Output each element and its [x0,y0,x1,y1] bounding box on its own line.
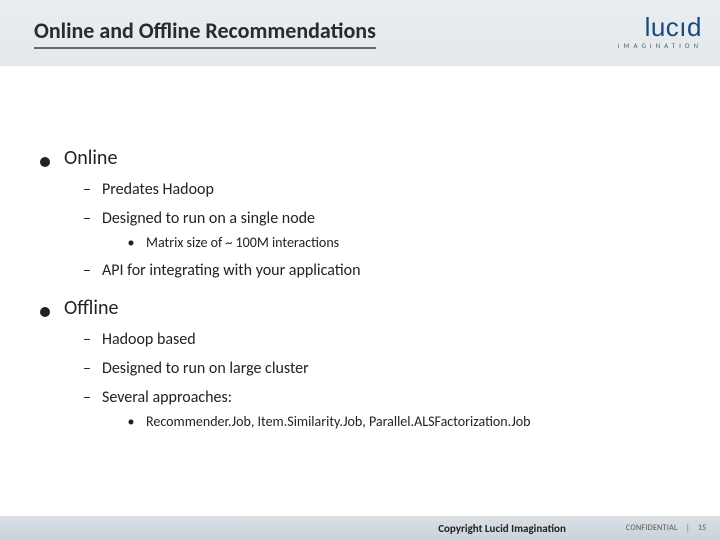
bullet-level2: – Designed to run on large cluster [82,359,680,378]
dash-bullet-icon: – [82,330,92,349]
dash-bullet-icon: – [82,180,92,199]
dash-bullet-icon: – [82,359,92,378]
bullet-level2: – Hadoop based [82,330,680,349]
disc-bullet-icon [40,307,50,317]
section-heading: Online [64,146,117,170]
bullet-level1: Online [40,146,680,170]
bullet-level3: • Recommender.Job, Item.Similarity.Job, … [126,413,680,430]
dot-bullet-icon: • [126,413,136,430]
bullet-text: Predates Hadoop [102,180,214,199]
bullet-text: Designed to run on large cluster [102,359,309,378]
footer-page-number: 15 [698,523,706,533]
logo-subtext: IMAGINATION [618,41,702,50]
footer-copyright: Copyright Lucid Imagination [438,522,566,535]
footer-band: Copyright Lucid Imagination CONFIDENTIAL… [0,516,720,540]
footer-separator: | [686,523,690,534]
bullet-level1: Offline [40,296,680,320]
bullet-text: Designed to run on a single node [102,209,315,228]
section-heading: Offline [64,296,118,320]
disc-bullet-icon [40,157,50,167]
bullet-text: API for integrating with your applicatio… [102,261,361,280]
bullet-level2: – Predates Hadoop [82,180,680,199]
slide-body: Online – Predates Hadoop – Designed to r… [40,140,680,430]
dash-bullet-icon: – [82,388,92,407]
footer-confidential: CONFIDENTIAL [626,523,678,533]
bullet-level2: – API for integrating with your applicat… [82,261,680,280]
dash-bullet-icon: – [82,209,92,228]
slide: Online and Offline Recommendations lucıd… [0,0,720,540]
bullet-text: Recommender.Job, Item.Similarity.Job, Pa… [146,413,531,430]
bullet-text: Several approaches: [102,388,232,407]
bullet-level2: – Designed to run on a single node [82,209,680,228]
bullet-text: Matrix size of ~ 100M interactions [146,234,339,251]
slide-title: Online and Offline Recommendations [34,17,376,49]
header-band: Online and Offline Recommendations lucıd… [0,0,720,66]
dash-bullet-icon: – [82,261,92,280]
bullet-text: Hadoop based [102,330,196,349]
bullet-level3: • Matrix size of ~ 100M interactions [126,234,680,251]
brand-logo: lucıd IMAGINATION [618,16,706,50]
dot-bullet-icon: • [126,234,136,251]
logo-wordmark: lucıd [645,16,702,39]
logo-text-part1: lucı [645,12,687,42]
bullet-level2: – Several approaches: [82,388,680,407]
spacer [40,280,680,290]
logo-text-part2: d [687,12,702,42]
